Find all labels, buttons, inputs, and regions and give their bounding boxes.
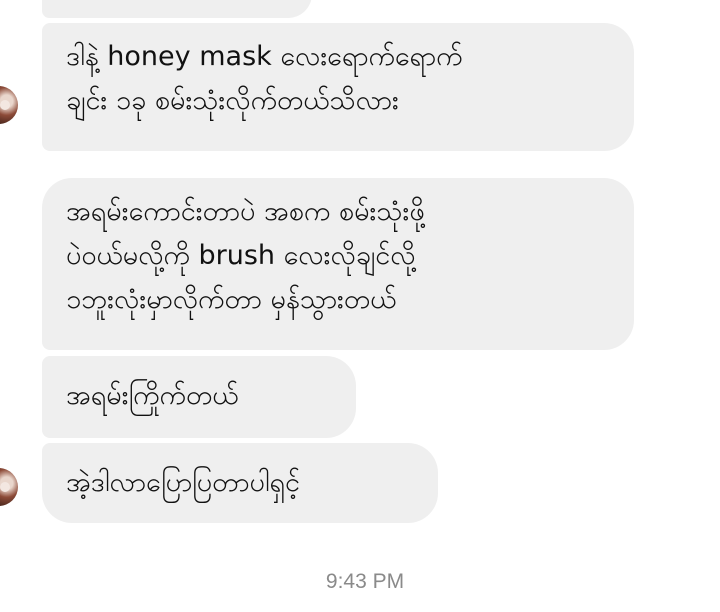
message-line: အရမ်းကောင်းတာပဲ အစက စမ်းသုံးဖို့ bbox=[66, 196, 425, 227]
sender-avatar[interactable] bbox=[0, 86, 18, 124]
message-bubble[interactable]: အရမ်းကြိုက်တယ် bbox=[42, 356, 356, 438]
message-bubble-cropped[interactable] bbox=[42, 0, 312, 18]
message-line: အဲ့ဒါလာပြောပြတာပါရှင့် bbox=[66, 467, 301, 498]
message-line: အရမ်းကြိုက်တယ် bbox=[66, 380, 239, 411]
message-timestamp: 9:43 PM bbox=[325, 570, 405, 593]
message-bubble[interactable]: အရမ်းကောင်းတာပဲ အစက စမ်းသုံးဖို့ ပဲဝယ်မလ… bbox=[42, 178, 634, 350]
message-line: ဒါနဲ့ honey mask လေးရောက်ရောက် bbox=[66, 41, 463, 72]
message-bubble[interactable]: ဒါနဲ့ honey mask လေးရောက်ရောက် ချင်း ၁ခု… bbox=[42, 23, 634, 151]
sender-avatar[interactable] bbox=[0, 468, 18, 506]
message-line: ၁ဘူးလုံးမှာလိုက်တာ မှန်သွားတယ် bbox=[66, 284, 397, 315]
message-line: ပဲဝယ်မလို့ကို brush လေးလိုချင်လို့ bbox=[66, 240, 416, 271]
message-bubble[interactable]: အဲ့ဒါလာပြောပြတာပါရှင့် bbox=[42, 443, 438, 523]
message-line: ချင်း ၁ခု စမ်းသုံးလိုက်တယ်သိလား bbox=[66, 85, 399, 116]
